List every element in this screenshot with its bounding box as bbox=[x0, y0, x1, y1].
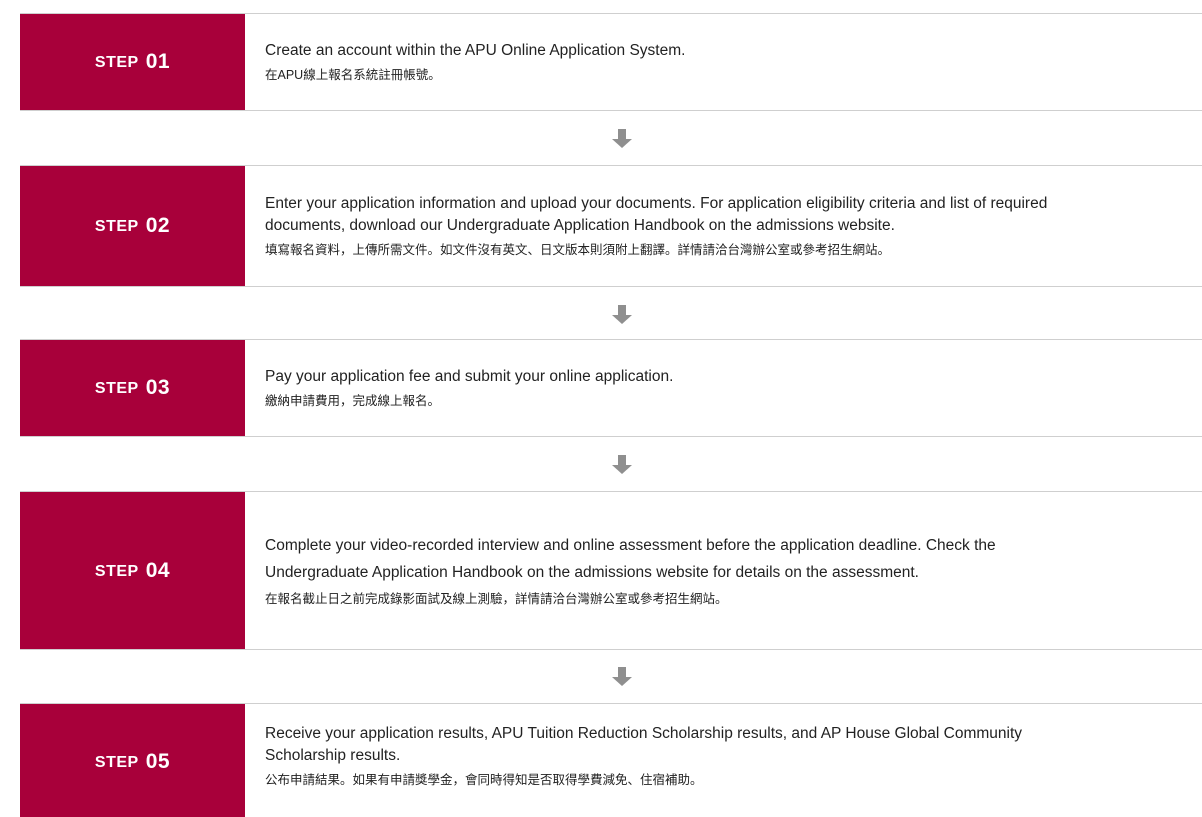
step-05-content: Receive your application results, APU Tu… bbox=[245, 704, 1202, 817]
step-01-label: STEP 01 bbox=[20, 14, 245, 110]
step-05-english-line-2: Scholarship results. bbox=[265, 747, 401, 764]
step-05-row: STEP 05 Receive your application results… bbox=[20, 703, 1202, 817]
step-02-label: STEP 02 bbox=[20, 166, 245, 286]
step-04-english-line-1: Complete your video-recorded interview a… bbox=[265, 537, 996, 554]
step-03-chinese-text: 繳納申請費用，完成線上報名。 bbox=[265, 393, 441, 408]
step-02-chinese-text: 填寫報名資料，上傳所需文件。如文件沒有英文、日文版本則須附上翻譯。詳情請洽台灣辦… bbox=[265, 242, 891, 257]
step-02-english-line-2: documents, download our Undergraduate Ap… bbox=[265, 216, 895, 234]
step-number: 02 bbox=[145, 214, 171, 237]
application-steps-page: STEP 01 Create an account within the APU… bbox=[0, 0, 1202, 817]
step-04-row: STEP 04 Complete your video-recorded int… bbox=[20, 491, 1202, 650]
step-05-chinese-text: 公布申請結果。如果有申請獎學金，會同時得知是否取得學費減免、住宿補助。 bbox=[265, 773, 703, 787]
down-arrow-icon bbox=[612, 455, 632, 477]
step-word: STEP bbox=[94, 54, 139, 71]
step-02-content: Enter your application information and u… bbox=[245, 166, 1202, 286]
down-arrow-icon bbox=[612, 305, 632, 327]
step-04-chinese-text: 在報名截止日之前完成錄影面試及線上測驗，詳情請洽台灣辦公室或參考招生網站。 bbox=[265, 592, 728, 606]
step-01-chinese-text: 在APU線上報名系統註冊帳號。 bbox=[265, 67, 441, 82]
step-word: STEP bbox=[94, 754, 139, 771]
step-03-content: Pay your application fee and submit your… bbox=[245, 340, 1202, 436]
step-01-row: STEP 01 Create an account within the APU… bbox=[20, 13, 1202, 111]
step-number: 01 bbox=[145, 50, 171, 73]
step-03-label: STEP 03 bbox=[20, 340, 245, 436]
down-arrow-icon bbox=[612, 129, 632, 151]
step-01-content: Create an account within the APU Online … bbox=[245, 14, 1202, 110]
step-word: STEP bbox=[94, 562, 139, 580]
step-number: 03 bbox=[145, 376, 171, 399]
step-02-row: STEP 02 Enter your application informati… bbox=[20, 165, 1202, 287]
step-04-english-line-2: Undergraduate Application Handbook on th… bbox=[265, 564, 919, 581]
step-number: 04 bbox=[145, 558, 171, 582]
down-arrow-icon bbox=[612, 667, 632, 689]
step-05-label: STEP 05 bbox=[20, 704, 245, 817]
step-word: STEP bbox=[94, 380, 139, 397]
step-number: 05 bbox=[145, 750, 171, 773]
step-03-english-line-1: Pay your application fee and submit your… bbox=[265, 367, 674, 385]
step-03-row: STEP 03 Pay your application fee and sub… bbox=[20, 339, 1202, 437]
step-word: STEP bbox=[94, 218, 139, 235]
step-04-content: Complete your video-recorded interview a… bbox=[245, 492, 1202, 649]
step-05-english-line-1: Receive your application results, APU Tu… bbox=[265, 725, 1023, 742]
step-04-label: STEP 04 bbox=[20, 492, 245, 649]
step-01-english-line-1: Create an account within the APU Online … bbox=[265, 41, 686, 59]
step-02-english-line-1: Enter your application information and u… bbox=[265, 194, 1048, 212]
